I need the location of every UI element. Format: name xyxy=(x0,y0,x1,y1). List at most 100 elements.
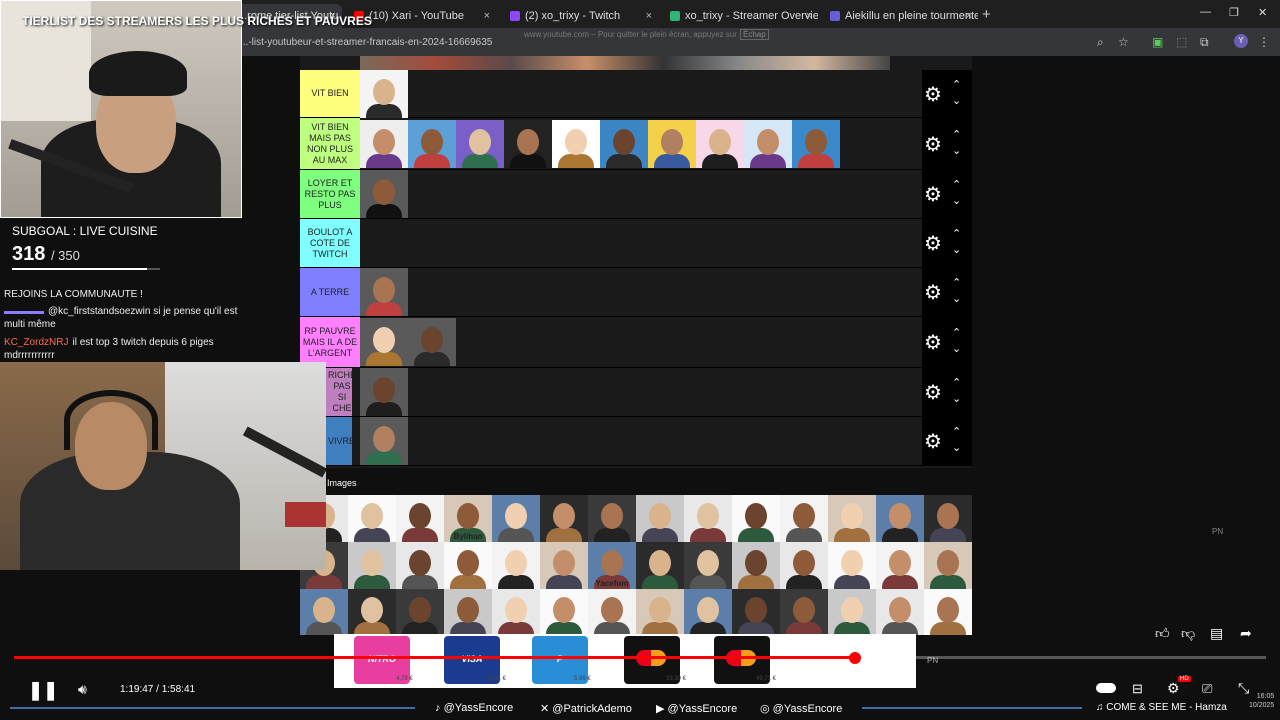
settings-gear-icon[interactable]: ⚙ xyxy=(924,231,942,256)
like-icon[interactable]: 👍︎ xyxy=(1155,625,1170,642)
pool-portrait[interactable] xyxy=(636,589,684,635)
tier-label[interactable]: A TERRE xyxy=(300,268,360,316)
tab-close-icon[interactable]: × xyxy=(966,10,972,22)
url-field[interactable]: ...-list-youtubeur-et-streamer-francais-… xyxy=(240,37,492,48)
pool-portrait[interactable] xyxy=(348,542,396,589)
tier-label[interactable]: RP PAUVRE MAIS IL A DE L'ARGENT xyxy=(300,317,360,367)
streamer-portrait[interactable] xyxy=(600,119,648,168)
tab-close-icon[interactable]: × xyxy=(806,10,812,22)
pool-portrait[interactable] xyxy=(780,542,828,589)
pool-portrait[interactable] xyxy=(348,589,396,635)
ad-overlay[interactable]: NITRO 4,79 € VISA 30,41 € P 5,99 €33,30 €49,7… xyxy=(334,634,916,688)
streamer-portrait[interactable] xyxy=(360,368,408,416)
share-icon[interactable]: ➦ xyxy=(1240,625,1252,642)
pool-portrait[interactable] xyxy=(636,542,684,589)
pool-portrait[interactable] xyxy=(732,495,780,542)
menu-kebab-icon[interactable]: ⋮ xyxy=(1258,35,1270,49)
move-down-icon[interactable]: ⌄ xyxy=(952,94,961,107)
streamer-portrait[interactable] xyxy=(792,119,840,168)
settings-gear-icon[interactable]: ⚙ xyxy=(924,429,942,454)
move-down-icon[interactable]: ⌄ xyxy=(952,194,961,207)
subtitles-icon[interactable]: ⊟ xyxy=(1132,681,1143,697)
pool-portrait[interactable] xyxy=(396,495,444,542)
pool-portrait[interactable] xyxy=(684,542,732,589)
maximize-button[interactable]: ❐ xyxy=(1229,6,1239,19)
exit-fullscreen-icon[interactable]: ⤡ xyxy=(1238,680,1249,697)
pool-portrait[interactable] xyxy=(828,589,876,635)
tab-article[interactable]: Aiekillu en pleine tourmente fi × xyxy=(822,4,978,28)
pool-portrait[interactable] xyxy=(876,589,924,635)
close-window-button[interactable]: ✕ xyxy=(1258,6,1267,19)
settings-gear-icon[interactable]: ⚙ xyxy=(924,330,942,355)
move-down-icon[interactable]: ⌄ xyxy=(952,441,961,454)
pool-portrait[interactable] xyxy=(828,495,876,542)
pool-portrait[interactable] xyxy=(780,495,828,542)
extensions-puzzle-icon[interactable]: ⧉ xyxy=(1200,35,1209,50)
streamer-portrait[interactable] xyxy=(408,318,456,366)
pool-portrait[interactable] xyxy=(540,495,588,542)
move-up-icon[interactable]: ⌃ xyxy=(952,376,961,389)
move-up-icon[interactable]: ⌃ xyxy=(952,128,961,141)
pool-portrait[interactable] xyxy=(780,589,828,635)
settings-gear-icon[interactable]: ⚙ xyxy=(924,82,942,107)
streamer-portrait[interactable] xyxy=(360,69,408,118)
streamer-portrait[interactable] xyxy=(744,119,792,168)
pool-portrait[interactable] xyxy=(588,589,636,635)
streamer-portrait[interactable] xyxy=(360,268,408,316)
streamer-portrait[interactable] xyxy=(408,119,456,168)
pool-portrait[interactable] xyxy=(732,589,780,635)
tier-label[interactable]: VIVRE xyxy=(326,417,352,465)
streamer-portrait[interactable] xyxy=(360,417,408,465)
pool-portrait[interactable]: Maghla xyxy=(876,495,924,542)
pool-portrait[interactable] xyxy=(924,589,972,635)
settings-gear-icon[interactable]: ⚙ xyxy=(1167,680,1180,697)
streamer-portrait[interactable] xyxy=(504,119,552,168)
new-tab-button[interactable]: + xyxy=(982,6,991,23)
move-up-icon[interactable]: ⌃ xyxy=(952,276,961,289)
tier-label[interactable]: VIT BIEN xyxy=(300,70,360,117)
move-down-icon[interactable]: ⌄ xyxy=(952,342,961,355)
tab-streamer-overview[interactable]: xo_trixy - Streamer Overview & × xyxy=(662,4,818,28)
move-up-icon[interactable]: ⌃ xyxy=(952,425,961,438)
move-down-icon[interactable]: ⌄ xyxy=(952,392,961,405)
pool-portrait[interactable] xyxy=(732,542,780,589)
bookmark-star-icon[interactable]: ☆ xyxy=(1118,35,1129,49)
settings-gear-icon[interactable]: ⚙ xyxy=(924,280,942,305)
tab-close-icon[interactable]: × xyxy=(646,10,652,22)
move-up-icon[interactable]: ⌃ xyxy=(952,326,961,339)
profile-avatar[interactable]: Y xyxy=(1234,34,1248,48)
minimize-button[interactable]: — xyxy=(1200,6,1211,18)
pool-portrait[interactable] xyxy=(684,589,732,635)
pool-portrait[interactable] xyxy=(684,495,732,542)
streamer-portrait[interactable] xyxy=(360,318,408,366)
pool-portrait[interactable] xyxy=(396,542,444,589)
settings-gear-icon[interactable]: ⚙ xyxy=(924,182,942,207)
pool-portrait[interactable] xyxy=(444,542,492,589)
pool-portrait[interactable] xyxy=(540,589,588,635)
tier-label[interactable]: RICHE PAS SI CHE xyxy=(326,368,352,416)
pool-portrait[interactable] xyxy=(492,542,540,589)
pool-portrait[interactable] xyxy=(876,542,924,589)
move-up-icon[interactable]: ⌃ xyxy=(952,227,961,240)
tier-label[interactable]: LOYER ET RESTO PAS PLUS xyxy=(300,170,360,218)
streamer-portrait[interactable] xyxy=(360,170,408,218)
pool-portrait[interactable] xyxy=(348,495,396,542)
tier-label[interactable]: BOULOT A COTE DE TWITCH xyxy=(300,219,360,267)
cast-icon[interactable]: ⎚ xyxy=(1202,681,1212,697)
pool-portrait[interactable] xyxy=(300,589,348,635)
streamer-portrait[interactable] xyxy=(360,119,408,168)
streamer-portrait[interactable] xyxy=(552,119,600,168)
pool-portrait[interactable] xyxy=(924,495,972,542)
cast-icon[interactable]: ⬚ xyxy=(1176,35,1187,49)
pool-portrait[interactable] xyxy=(540,542,588,589)
streamer-portrait[interactable] xyxy=(696,119,744,168)
comment-icon[interactable]: ▤ xyxy=(1210,625,1223,642)
progress-bar[interactable] xyxy=(14,656,1266,659)
pause-button[interactable]: ❚❚ xyxy=(28,680,58,701)
settings-gear-icon[interactable]: ⚙ xyxy=(924,380,942,405)
move-up-icon[interactable]: ⌃ xyxy=(952,178,961,191)
move-up-icon[interactable]: ⌃ xyxy=(952,78,961,91)
pool-portrait[interactable] xyxy=(492,589,540,635)
pool-portrait[interactable] xyxy=(444,589,492,635)
pool-portrait[interactable] xyxy=(924,542,972,589)
